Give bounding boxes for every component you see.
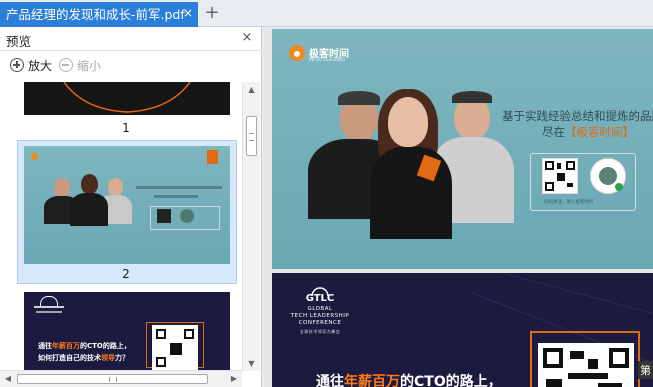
thumb-qr-code bbox=[157, 209, 171, 223]
slide-tagline-2: 尽在【极客时间】 bbox=[542, 125, 634, 139]
tab-bar: 产品经理的发现和成长-前军.pdf × + bbox=[0, 0, 653, 27]
zoom-out-icon bbox=[59, 58, 73, 72]
slide-tagline: 基于实践经验总结和提炼的品牌专 bbox=[502, 109, 653, 123]
gtlc-cn-name: 全球技术领导力峰会 bbox=[299, 329, 341, 334]
page-thumbnail-3[interactable]: 通往年薪百万的CTO的路上， 如何打造自己的技术领导力？ bbox=[24, 292, 230, 371]
page-thumbnail-2[interactable] bbox=[24, 146, 230, 264]
page-number-2: 2 bbox=[122, 267, 130, 281]
scroll-thumb-horizontal[interactable] bbox=[17, 374, 208, 384]
thumb3-line-2: 如何打造自己的技术领导力？ bbox=[38, 354, 129, 362]
scroll-down-icon[interactable]: ▼ bbox=[243, 356, 260, 371]
gtlc-logo-text: GTLC bbox=[305, 293, 335, 304]
page-indicator-label: 第 bbox=[638, 361, 653, 379]
thumb3-qr-code bbox=[152, 325, 198, 371]
slide-logo-subtext: INFOQ GEEKBANG bbox=[309, 57, 346, 62]
thumb-logo-icon bbox=[31, 153, 38, 160]
qr-code-2 bbox=[590, 158, 626, 194]
gtlc-conference: CONFERENCE bbox=[298, 320, 342, 326]
thumb3-line-1: 通往年薪百万的CTO的路上， bbox=[38, 342, 131, 350]
preview-panel: 预览 × 放大 缩小 1 2 通往年薪百万的CTO的路上， 如何打造自己的技术领… bbox=[0, 27, 262, 387]
qr-code-1 bbox=[542, 158, 578, 194]
tab-document[interactable]: 产品经理的发现和成长-前军.pdf bbox=[0, 2, 198, 27]
new-tab-button[interactable]: + bbox=[203, 3, 221, 23]
thumbnail-vertical-scrollbar[interactable]: ▲ ▼ bbox=[242, 82, 260, 371]
thumb-badge bbox=[207, 150, 218, 164]
scroll-left-icon[interactable]: ◀ bbox=[0, 371, 16, 387]
scroll-up-icon[interactable]: ▲ bbox=[243, 82, 260, 97]
tab-close-icon[interactable]: × bbox=[181, 6, 195, 20]
scroll-thumb[interactable] bbox=[246, 116, 257, 156]
thumb1-art bbox=[63, 82, 191, 113]
scroll-right-icon[interactable]: ▶ bbox=[226, 371, 242, 387]
document-view[interactable]: 极客时间 INFOQ GEEKBANG 基于实践经验总结和提炼的品牌专 尽在【极… bbox=[263, 27, 653, 387]
zoom-out-button[interactable]: 缩小 bbox=[59, 58, 101, 74]
person-center-head bbox=[388, 97, 428, 147]
zoom-in-icon bbox=[10, 58, 24, 72]
zoom-in-label: 放大 bbox=[28, 59, 53, 73]
preview-header: 预览 × bbox=[0, 27, 262, 51]
close-icon[interactable]: × bbox=[240, 30, 254, 45]
thumbnail-horizontal-scrollbar[interactable]: ◀ ▶ bbox=[0, 370, 242, 387]
slide2-headline: 通往年薪百万的CTO的路上， bbox=[316, 374, 502, 387]
thumbnail-list: 1 2 通往年薪百万的CTO的路上， 如何打造自己的技术领导力？ bbox=[0, 82, 242, 371]
gtlc-tech-leadership: TECH LEADERSHIP bbox=[290, 313, 350, 319]
tab-label: 产品经理的发现和成长-前军.pdf bbox=[6, 7, 185, 22]
document-page-3: GTLC GLOBAL TECH LEADERSHIP CONFERENCE 全… bbox=[272, 273, 653, 387]
document-page-2: 极客时间 INFOQ GEEKBANG 基于实践经验总结和提炼的品牌专 尽在【极… bbox=[272, 29, 653, 269]
zoom-toolbar: 放大 缩小 bbox=[0, 52, 262, 80]
page-number-1: 1 bbox=[122, 121, 130, 135]
zoom-in-button[interactable]: 放大 bbox=[10, 58, 52, 74]
preview-title: 预览 bbox=[6, 34, 32, 49]
qr-caption: 扫码关注，进入极客时间 bbox=[544, 200, 594, 205]
zoom-out-label: 缩小 bbox=[77, 59, 102, 73]
page-thumbnail-1[interactable] bbox=[24, 82, 230, 115]
gtlc-global: GLOBAL bbox=[307, 306, 333, 312]
thumb-qr-code-2 bbox=[180, 209, 194, 223]
slide2-qr-code bbox=[538, 343, 634, 387]
